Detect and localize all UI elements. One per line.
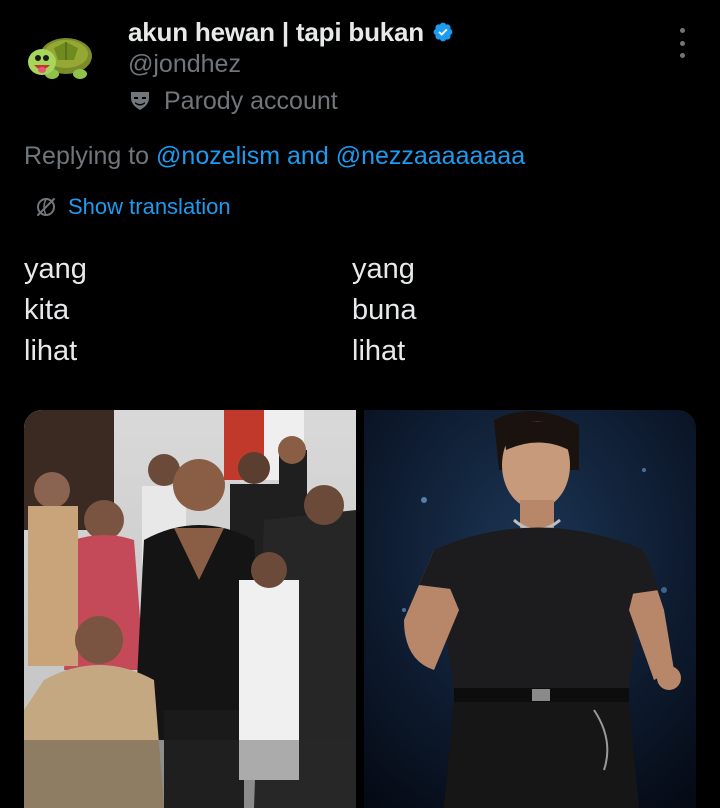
media-grid: [24, 410, 696, 808]
tweet-text-line: lihat: [24, 335, 78, 367]
photo-rally-crowd-image: [24, 410, 356, 808]
mention-link[interactable]: @nezzaaaaaaaa: [336, 142, 525, 170]
turtle-avatar-icon: [24, 18, 100, 94]
tweet-text-line: yang: [352, 253, 415, 285]
more-dot-icon: [679, 40, 685, 46]
photo-stage-performer-image: [364, 410, 696, 808]
replying-prefix: Replying to: [24, 142, 150, 170]
mention-link[interactable]: @nozelism: [156, 142, 280, 170]
verified-badge-icon[interactable]: [432, 21, 454, 43]
tweet-text-line: buna: [352, 294, 417, 326]
tweet-text-line: lihat: [352, 335, 406, 367]
replying-to-line: Replying to @nozelism and @nezzaaaaaaaa: [24, 142, 525, 171]
tweet-text-line: kita: [24, 294, 70, 326]
parody-account-label: Parody account: [128, 86, 338, 116]
tweet-text-right-column: yang buna lihat: [352, 249, 417, 372]
show-translation-label[interactable]: Show translation: [68, 194, 231, 220]
more-options-button[interactable]: [670, 28, 694, 58]
author-handle[interactable]: @jondhez: [128, 50, 241, 79]
theater-masks-icon: [131, 92, 149, 110]
more-dot-icon: [679, 53, 685, 58]
more-dot-icon: [679, 28, 685, 33]
avatar[interactable]: [24, 18, 100, 94]
translate-icon: [37, 198, 55, 216]
parody-account-text: Parody account: [164, 86, 338, 115]
tweet[interactable]: akun hewan | tapi bukan @jondhez Parody …: [0, 0, 720, 808]
tweet-text-left-column: yang kita lihat: [24, 249, 87, 372]
author-name-row[interactable]: akun hewan | tapi bukan: [128, 14, 454, 50]
media-photo-1[interactable]: [24, 410, 356, 808]
replying-joiner: and: [287, 142, 329, 170]
tweet-text-line: yang: [24, 253, 87, 285]
media-photo-2[interactable]: [364, 410, 696, 808]
show-translation-button[interactable]: Show translation: [34, 194, 231, 220]
display-name[interactable]: akun hewan | tapi bukan: [128, 17, 424, 48]
